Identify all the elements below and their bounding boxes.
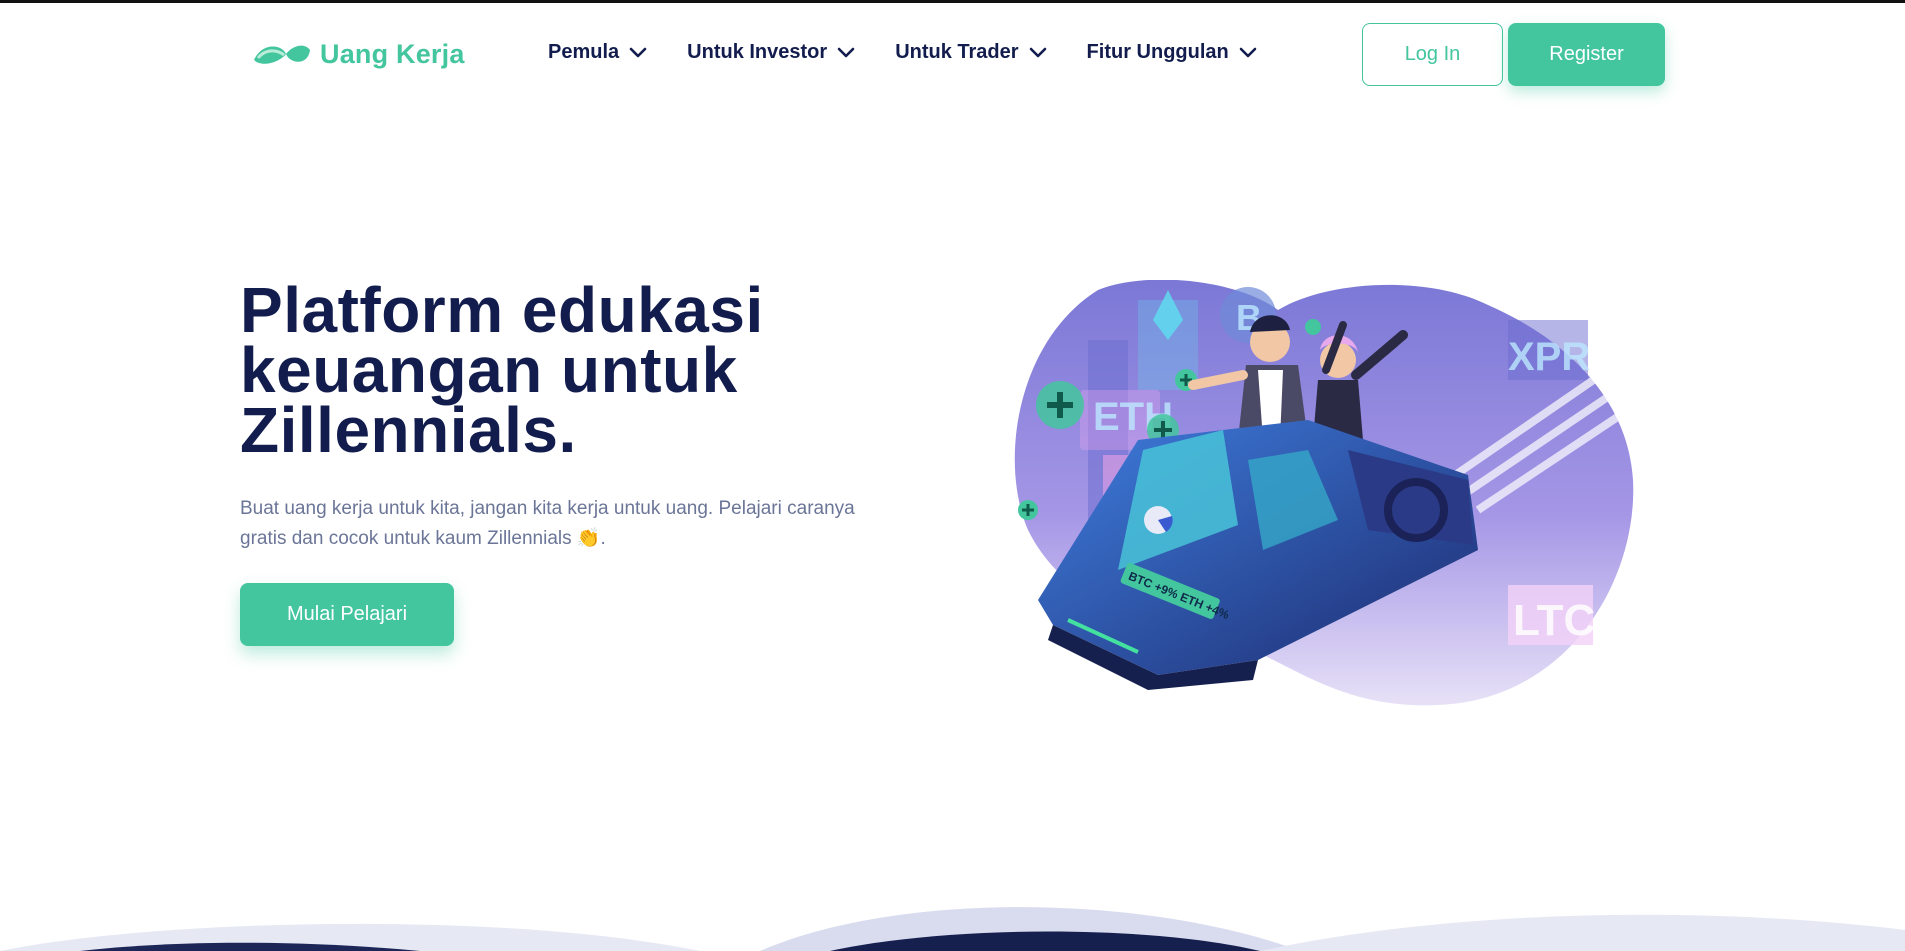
start-learning-button[interactable]: Mulai Pelajari [240, 583, 454, 646]
chevron-down-icon [1239, 47, 1257, 57]
brand-name: Uang Kerja [320, 38, 465, 69]
nav-item-label: Untuk Trader [895, 41, 1019, 63]
hero-subtitle: Buat uang kerja untuk kita, jangan kita … [240, 494, 900, 554]
hero-subtitle-line: gratis dan cocok untuk kaum Zillennials … [240, 528, 606, 549]
nav-item-label: Pemula [548, 41, 620, 63]
nav-item-untuk-investor[interactable]: Untuk Investor [687, 41, 855, 64]
hero-subtitle-line: Buat uang kerja untuk kita, jangan kita … [240, 498, 855, 519]
register-button[interactable]: Register [1508, 23, 1665, 86]
infinity-leaf-logo-icon [254, 45, 310, 64]
chevron-down-icon [837, 47, 855, 57]
login-button[interactable]: Log In [1362, 23, 1503, 86]
hero-illustration: ETH XPR LTC B BTC +9% ETH +4% [1014, 280, 1634, 706]
hero-title-line: Zillennials. [240, 394, 577, 466]
coin-label: LTC [1513, 596, 1595, 645]
nav-item-pemula[interactable]: Pemula [548, 41, 647, 64]
nav-item-untuk-trader[interactable]: Untuk Trader [895, 41, 1046, 64]
main-nav: Pemula Untuk Investor Untuk Trader Fitur… [548, 41, 1297, 64]
bottom-wave-decoration [0, 907, 1905, 951]
site-header: Uang Kerja Pemula Untuk Investor Untuk T… [0, 3, 1905, 103]
chevron-down-icon [1029, 47, 1046, 57]
coin-label: XPR [1508, 335, 1590, 379]
brand-logo[interactable]: Uang Kerja [248, 38, 465, 70]
nav-item-fitur-unggulan[interactable]: Fitur Unggulan [1087, 41, 1257, 64]
chevron-down-icon [629, 47, 647, 57]
nav-item-label: Fitur Unggulan [1086, 41, 1229, 63]
hero-title: Platform edukasi keuangan untuk Zillenni… [240, 278, 860, 462]
nav-item-label: Untuk Investor [687, 41, 828, 63]
